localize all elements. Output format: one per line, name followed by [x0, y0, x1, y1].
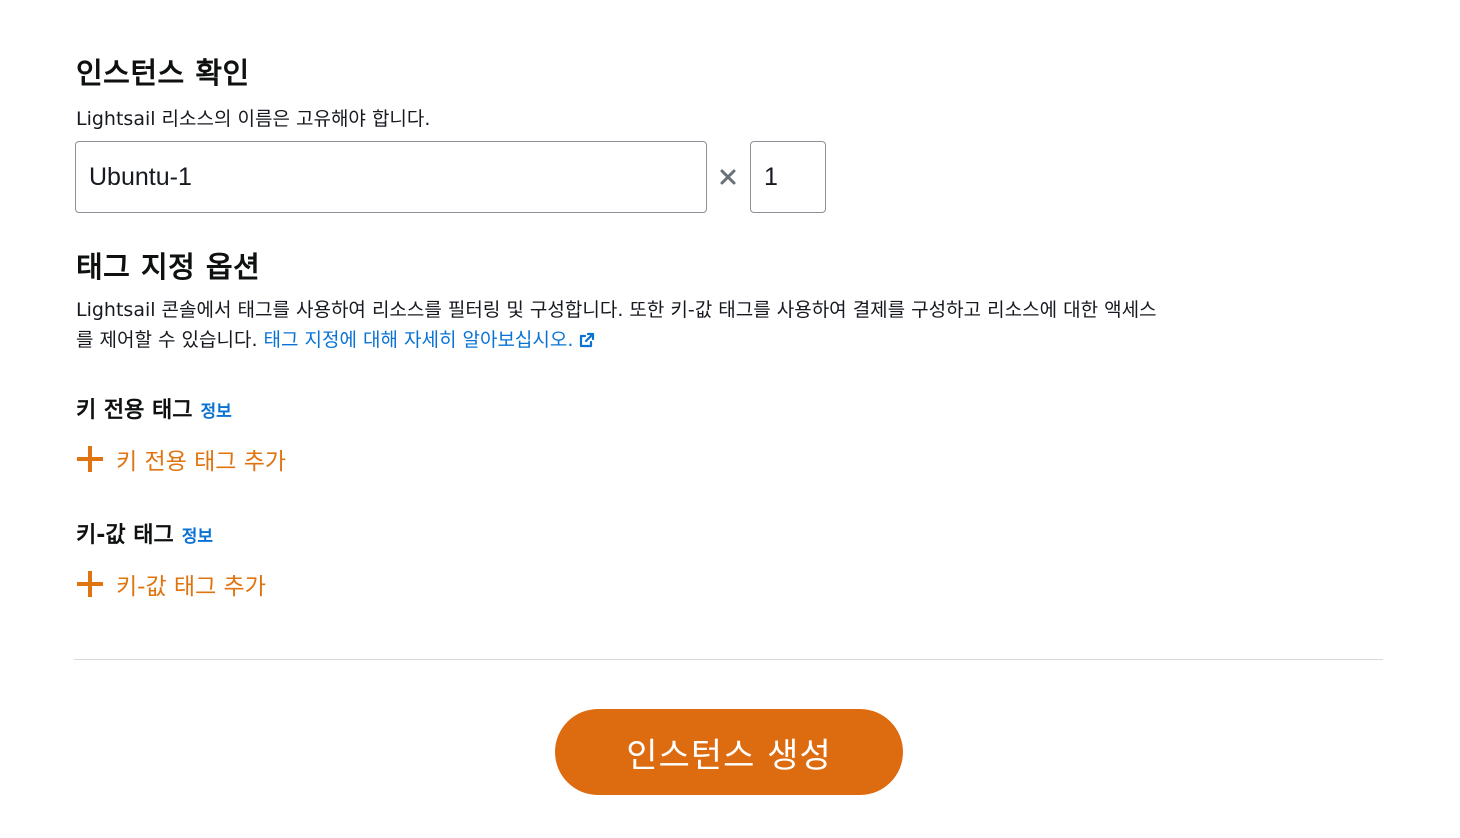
- confirm-instance-title: 인스턴스 확인: [76, 56, 250, 90]
- instance-name-input[interactable]: [75, 141, 707, 213]
- key-value-tags-info-link[interactable]: 정보: [182, 522, 213, 547]
- tagging-description: Lightsail 콘솔에서 태그를 사용하여 리소스를 필터링 및 구성합니다…: [76, 295, 1166, 357]
- key-only-tags-info-link[interactable]: 정보: [201, 397, 232, 422]
- instance-count-input[interactable]: [750, 141, 826, 213]
- add-key-value-tag-label: 키-값 태그 추가: [116, 574, 266, 600]
- add-key-only-tag-button[interactable]: 키 전용 태그 추가: [74, 442, 286, 476]
- create-instance-page: 인스턴스 확인 Lightsail 리소스의 이름은 고유해야 합니다. 태그 …: [0, 0, 1460, 838]
- key-value-tags-label: 키-값 태그: [76, 523, 174, 548]
- add-key-only-tag-label: 키 전용 태그 추가: [116, 449, 287, 475]
- plus-icon: [74, 568, 106, 600]
- add-key-value-tag-button[interactable]: 키-값 태그 추가: [74, 567, 266, 601]
- key-only-tags-title: 키 전용 태그 정보: [76, 392, 232, 424]
- multiply-icon: [716, 160, 740, 194]
- tagging-description-text: Lightsail 콘솔에서 태그를 사용하여 리소스를 필터링 및 구성합니다…: [76, 299, 1157, 351]
- key-only-tags-label: 키 전용 태그: [76, 398, 193, 423]
- tagging-options-title: 태그 지정 옵션: [76, 250, 261, 284]
- create-instance-button[interactable]: 인스턴스 생성: [555, 709, 903, 795]
- confirm-instance-description: Lightsail 리소스의 이름은 고유해야 합니다.: [76, 108, 431, 130]
- section-divider: [74, 659, 1383, 660]
- plus-icon: [74, 443, 106, 475]
- learn-more-tagging-label: 태그 지정에 대해 자세히 알아보십시오.: [263, 329, 574, 351]
- learn-more-tagging-link[interactable]: 태그 지정에 대해 자세히 알아보십시오.: [264, 329, 596, 351]
- external-link-icon: [579, 327, 595, 357]
- key-value-tags-title: 키-값 태그 정보: [76, 517, 213, 549]
